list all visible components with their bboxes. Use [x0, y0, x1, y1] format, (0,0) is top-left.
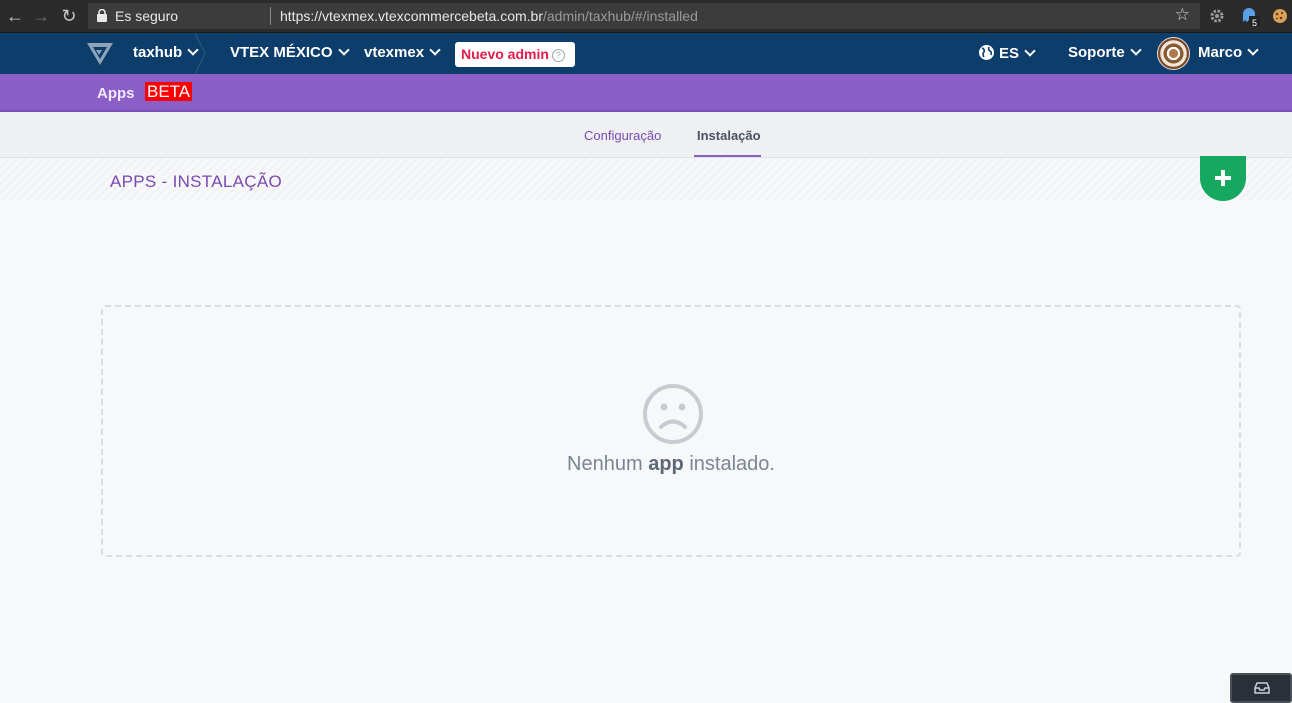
apps-link[interactable]: Apps: [97, 85, 135, 102]
nuevo-admin-button[interactable]: Nuevo admin?: [455, 42, 575, 67]
empty-msg-prefix: Nenhum: [567, 453, 649, 475]
bookmark-star-icon[interactable]: ☆: [1175, 5, 1190, 25]
settings-gear-icon[interactable]: [1207, 6, 1227, 26]
url-host: https://vtexmex.vtexcommercebeta.com.br: [280, 8, 543, 24]
chevron-down-icon: [1024, 45, 1036, 57]
chevron-down-icon: [429, 44, 441, 56]
store-name: vtexmex: [364, 44, 425, 61]
lock-icon: [97, 9, 107, 22]
empty-msg-bold: app: [648, 453, 684, 475]
address-separator: [270, 7, 271, 25]
empty-msg-suffix: instalado.: [683, 453, 775, 475]
page-title: APPS - INSTALAÇÃO: [110, 172, 282, 191]
app-name: taxhub: [133, 44, 183, 61]
extension-badge: 5: [1252, 18, 1258, 28]
globe-icon: [979, 45, 994, 60]
avatar[interactable]: [1157, 37, 1190, 70]
user-name: Marco: [1198, 44, 1243, 61]
apps-subbar: Apps BETA: [0, 74, 1292, 112]
cookie-icon[interactable]: [1270, 6, 1290, 26]
chevron-down-icon: [1130, 44, 1142, 56]
account-name: VTEX MÉXICO: [230, 44, 333, 61]
back-icon[interactable]: ←: [4, 5, 26, 27]
empty-state-panel: Nenhum app instalado.: [101, 305, 1241, 557]
language-label: ES: [999, 45, 1020, 62]
support-label: Soporte: [1068, 44, 1125, 61]
empty-state-message: Nenhum app instalado.: [103, 453, 1239, 476]
account-switcher[interactable]: VTEX MÉXICO: [230, 44, 350, 61]
support-menu[interactable]: Soporte: [1068, 44, 1142, 61]
plus-icon-vertical: [1221, 170, 1225, 186]
user-menu[interactable]: Marco: [1198, 44, 1259, 61]
forward-icon[interactable]: →: [30, 5, 52, 27]
url-path: /admin/taxhub/#/installed: [542, 8, 698, 24]
reload-icon[interactable]: ↻: [58, 5, 80, 27]
tab-instalacao[interactable]: Instalação: [697, 128, 761, 143]
add-app-button[interactable]: [1200, 156, 1246, 201]
secure-label: Es seguro: [115, 8, 179, 24]
vtex-logo-icon[interactable]: [86, 42, 114, 66]
language-switcher[interactable]: ES: [978, 44, 1036, 62]
inbox-icon: [1254, 682, 1270, 694]
tabs-bar: Configuração Instalação: [0, 112, 1292, 158]
help-icon: ?: [551, 49, 565, 62]
address-bar[interactable]: Es seguro https://vtexmex.vtexcommercebe…: [88, 3, 1200, 29]
sad-face-icon: [643, 384, 703, 444]
admin-topbar: taxhub VTEX MÉXICO vtexmex Nuevo admin? …: [0, 33, 1292, 74]
tab-configuracao[interactable]: Configuração: [584, 128, 661, 143]
chevron-down-icon: [1247, 44, 1259, 56]
url-text[interactable]: https://vtexmex.vtexcommercebeta.com.br/…: [280, 8, 698, 24]
chevron-down-icon: [337, 44, 350, 56]
breadcrumb-separator: [194, 33, 206, 74]
store-switcher[interactable]: vtexmex: [364, 44, 441, 61]
beta-badge: BETA: [145, 82, 193, 101]
active-tab-indicator: [694, 155, 761, 157]
chat-widget[interactable]: [1230, 673, 1292, 703]
app-switcher[interactable]: taxhub: [133, 44, 199, 61]
browser-toolbar: ← → ↻ Es seguro https://vtexmex.vtexcomm…: [0, 0, 1292, 33]
nuevo-admin-label: Nuevo admin: [461, 46, 549, 62]
